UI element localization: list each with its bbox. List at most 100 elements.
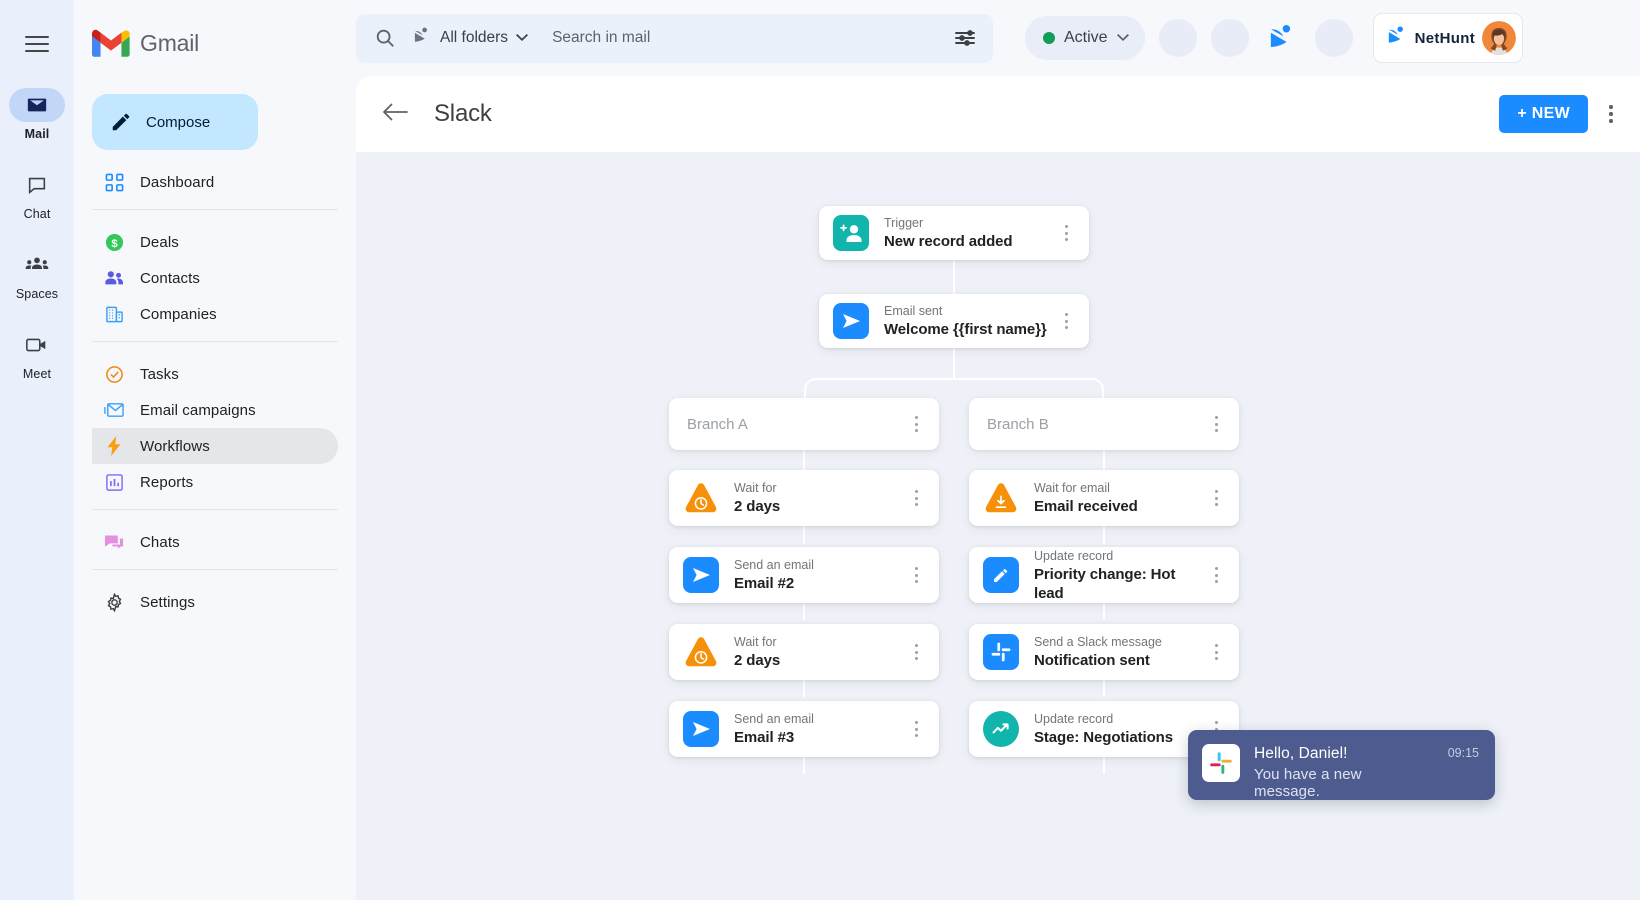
workflow-node-branch-a-1[interactable]: Wait for 2 days: [669, 470, 939, 526]
workflow-node-trigger[interactable]: Trigger New record added: [819, 206, 1089, 260]
workflow-node-title: 2 days: [734, 651, 780, 670]
workflow-header: Slack + NEW: [356, 76, 1640, 152]
gmail-brand: Gmail: [74, 14, 356, 72]
main-area: All folders Active: [356, 0, 1640, 900]
branch-header-b[interactable]: Branch B: [969, 398, 1239, 450]
new-button[interactable]: + NEW: [1499, 95, 1588, 133]
send-email-icon: [833, 303, 869, 339]
search-bar[interactable]: All folders: [356, 14, 993, 63]
search-input[interactable]: [552, 29, 953, 47]
wait-clock-icon: [683, 480, 719, 516]
workflow-node-branch-b-2[interactable]: Update record Priority change: Hot lead: [969, 547, 1239, 603]
reports-icon: [104, 472, 124, 492]
nethunt-mark-icon[interactable]: [1263, 19, 1301, 57]
workflow-canvas[interactable]: Trigger New record added Email sent Welc…: [356, 152, 1640, 900]
workflow-node-subtitle: Wait for: [734, 634, 780, 650]
rail-item-chat[interactable]: Chat: [4, 168, 70, 221]
sidebar-item-chats[interactable]: Chats: [92, 524, 338, 560]
kebab-menu-icon[interactable]: [905, 641, 927, 663]
kebab-menu-icon[interactable]: [1205, 564, 1227, 586]
kebab-menu-icon[interactable]: [1205, 487, 1227, 509]
workflow-header-actions: + NEW: [1499, 95, 1622, 133]
workflow-node-title: Welcome {{first name}}: [884, 320, 1047, 339]
workflow-node-subtitle: Send a Slack message: [1034, 634, 1162, 650]
rail-item-meet[interactable]: Meet: [4, 328, 70, 381]
kebab-menu-icon[interactable]: [1205, 641, 1227, 663]
contacts-icon: [104, 268, 124, 288]
kebab-menu-icon[interactable]: [905, 718, 927, 740]
slack-icon: [1202, 744, 1240, 782]
compose-button[interactable]: Compose: [92, 94, 258, 150]
workflow-node-title: 2 days: [734, 497, 780, 516]
workflows-icon: [104, 436, 124, 456]
status-label: Active: [1064, 29, 1108, 47]
kebab-menu-icon[interactable]: [1055, 310, 1077, 332]
workflow-node-text: Email sent Welcome {{first name}}: [884, 303, 1047, 339]
workflow-node-branch-a-4[interactable]: Send an email Email #3: [669, 701, 939, 757]
branch-label: Branch B: [987, 416, 1049, 433]
account-brand-label: NetHunt: [1415, 30, 1475, 47]
sidebar-item-tasks[interactable]: Tasks: [92, 356, 338, 392]
kebab-menu-icon[interactable]: [905, 487, 927, 509]
workflow-node-title: Priority change: Hot lead: [1034, 565, 1205, 603]
folder-filter-label: All folders: [440, 29, 508, 47]
tasks-icon: [104, 364, 124, 384]
sidebar-item-reports[interactable]: Reports: [92, 464, 338, 500]
rail-item-mail[interactable]: Mail: [4, 88, 70, 141]
spaces-icon: [9, 248, 65, 282]
slack-notification-toast[interactable]: Hello, Daniel! You have a new message. 0…: [1188, 730, 1495, 800]
folder-filter-dropdown[interactable]: All folders: [412, 26, 528, 51]
kebab-menu-icon[interactable]: [905, 413, 927, 435]
back-arrow-icon[interactable]: [382, 101, 408, 127]
workflow-node-branch-a-2[interactable]: Send an email Email #2: [669, 547, 939, 603]
compose-label: Compose: [146, 114, 210, 131]
workflow-node-subtitle: Email sent: [884, 303, 1047, 319]
kebab-menu-icon[interactable]: [1600, 103, 1622, 125]
meet-icon: [9, 328, 65, 362]
sidebar-item-email-campaigns[interactable]: Email campaigns: [92, 392, 338, 428]
toast-title: Hello, Daniel!: [1254, 745, 1412, 763]
avatar: [1482, 21, 1516, 55]
workflow-node-branch-b-1[interactable]: Wait for email Email received: [969, 470, 1239, 526]
send-email-icon: [683, 557, 719, 593]
workflow-node-text: Send a Slack message Notification sent: [1034, 634, 1162, 670]
sidebar-item-contacts[interactable]: Contacts: [92, 260, 338, 296]
kebab-menu-icon[interactable]: [1055, 222, 1077, 244]
svg-text:$: $: [111, 237, 118, 249]
nav-group: Chats: [74, 524, 356, 560]
sidebar-item-dashboard[interactable]: Dashboard: [92, 164, 338, 200]
branch-header-a[interactable]: Branch A: [669, 398, 939, 450]
kebab-menu-icon[interactable]: [1205, 413, 1227, 435]
sidebar-item-label: Dashboard: [140, 174, 214, 191]
kebab-menu-icon[interactable]: [905, 564, 927, 586]
pencil-icon: [110, 111, 132, 133]
workflow-node-title: Stage: Negotiations: [1034, 728, 1173, 747]
status-dropdown[interactable]: Active: [1025, 16, 1145, 60]
workflow-node-text: Wait for 2 days: [734, 634, 780, 670]
workflow-node-branch-b-3[interactable]: Send a Slack message Notification sent: [969, 624, 1239, 680]
workflow-node-email-sent[interactable]: Email sent Welcome {{first name}}: [819, 294, 1089, 348]
placeholder-circle-2[interactable]: [1211, 19, 1249, 57]
rail-item-spaces[interactable]: Spaces: [4, 248, 70, 301]
nav-group: Settings: [74, 584, 356, 620]
sidebar-item-companies[interactable]: Companies: [92, 296, 338, 332]
chats-icon: [104, 532, 124, 552]
placeholder-circle-3[interactable]: [1315, 19, 1353, 57]
workflow-node-branch-a-3[interactable]: Wait for 2 days: [669, 624, 939, 680]
sidebar-item-settings[interactable]: Settings: [92, 584, 338, 620]
workflow-node-subtitle: Update record: [1034, 711, 1173, 727]
menu-icon[interactable]: [15, 22, 59, 66]
toast-message: You have a new message.: [1254, 766, 1412, 800]
toast-body: Hello, Daniel! You have a new message.: [1254, 744, 1412, 800]
placeholder-circle-1[interactable]: [1159, 19, 1197, 57]
workflow-node-text: Send an email Email #2: [734, 557, 814, 593]
page-title: Slack: [434, 100, 492, 128]
sidebar-item-deals[interactable]: $ Deals: [92, 224, 338, 260]
sidebar-item-workflows[interactable]: Workflows: [92, 428, 338, 464]
edit-pencil-icon: [983, 557, 1019, 593]
rail-item-label: Meet: [23, 367, 51, 381]
tune-icon[interactable]: [953, 26, 977, 50]
workflow-node-text: Wait for 2 days: [734, 480, 780, 516]
account-chip[interactable]: NetHunt: [1373, 13, 1523, 63]
gmail-logo-icon: [92, 29, 130, 58]
